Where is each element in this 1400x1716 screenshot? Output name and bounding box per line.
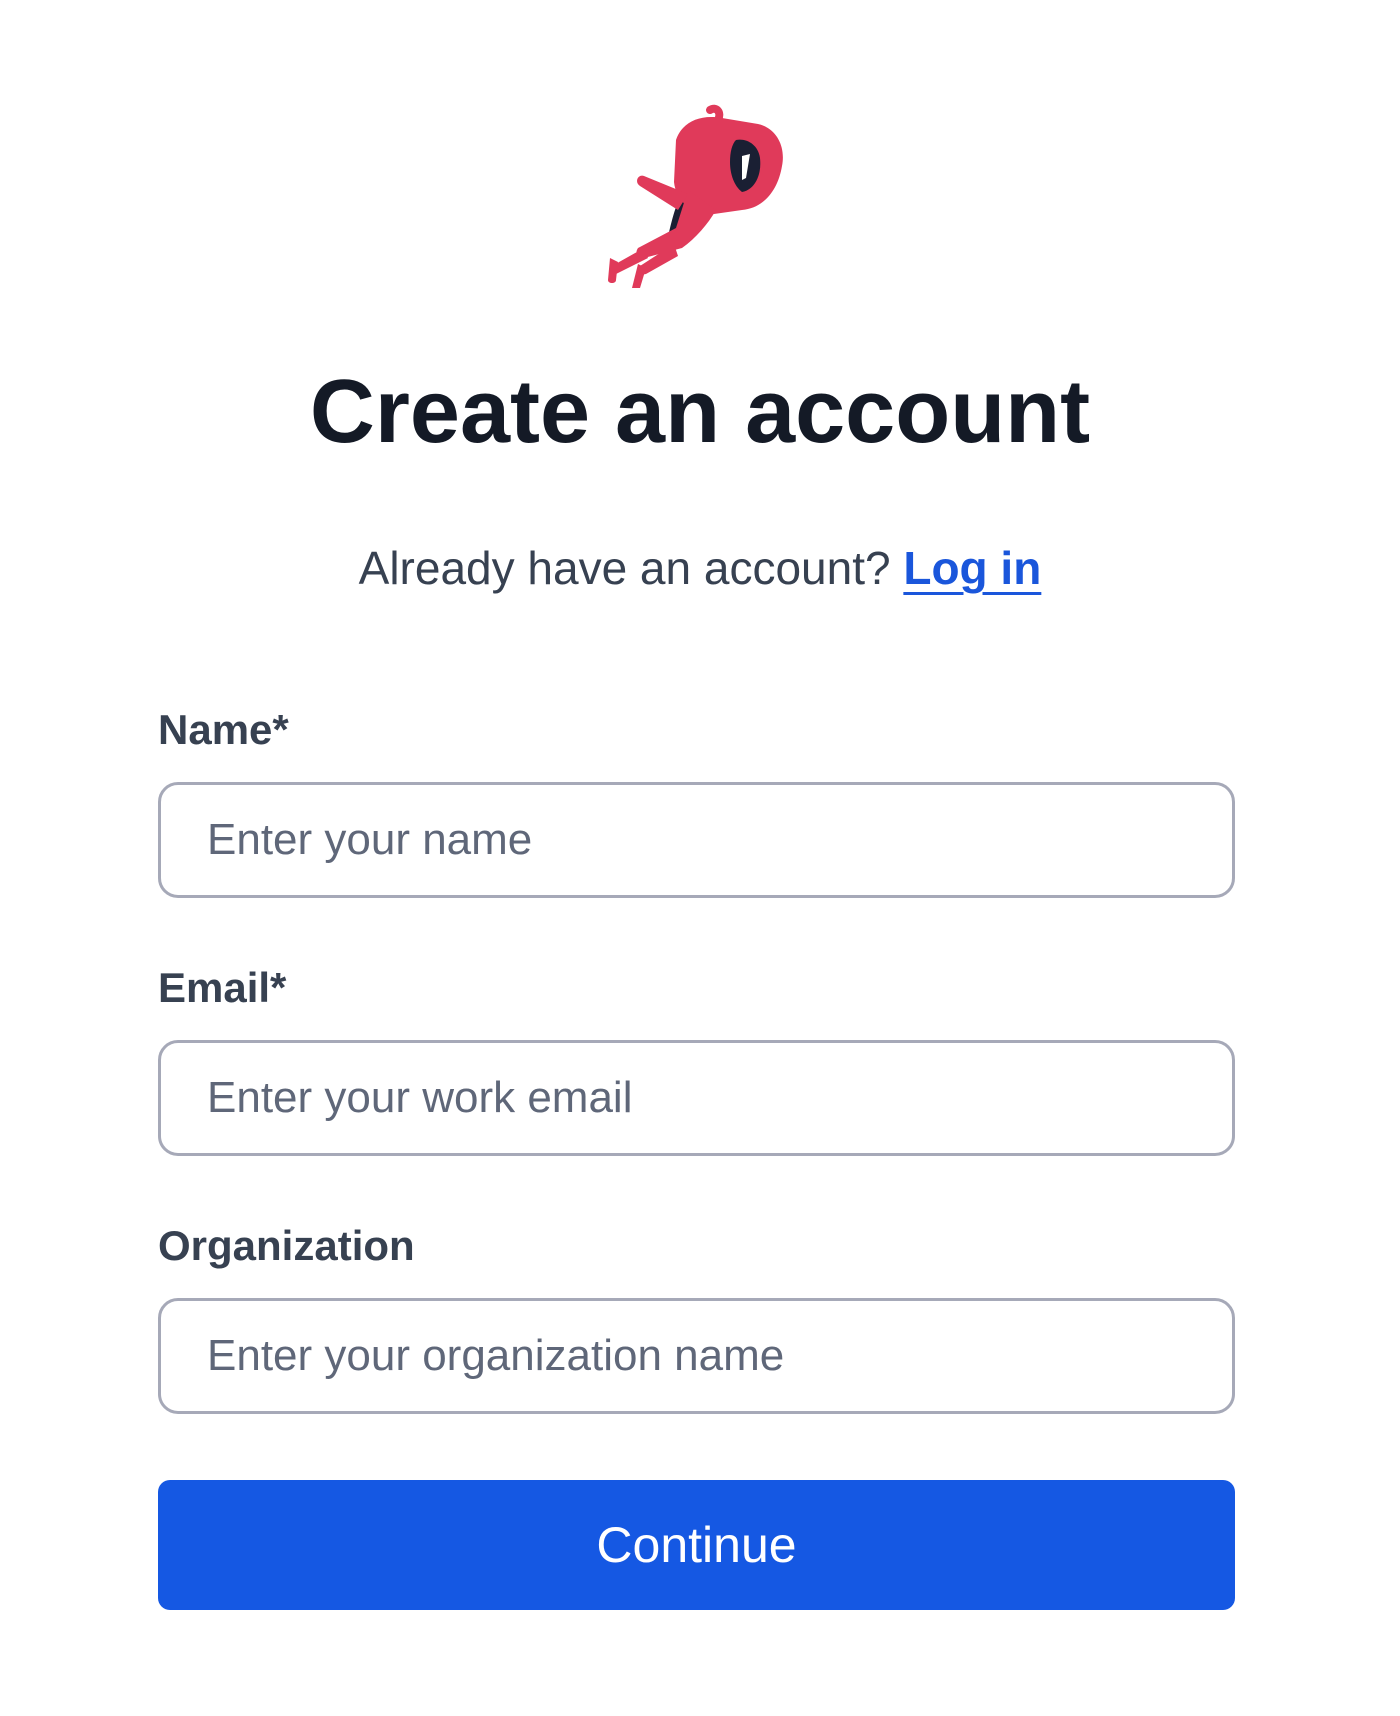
page-title: Create an account xyxy=(309,362,1091,462)
name-label: Name* xyxy=(158,706,289,753)
organization-input[interactable] xyxy=(158,1298,1235,1414)
login-prompt: Already have an account? Log in xyxy=(0,540,1400,596)
continue-button[interactable]: Continue xyxy=(158,1480,1235,1610)
email-input[interactable] xyxy=(158,1040,1235,1156)
name-input[interactable] xyxy=(158,782,1235,898)
login-link[interactable]: Log in xyxy=(903,542,1041,594)
flying-red-ninja-icon xyxy=(608,104,783,288)
email-label: Email* xyxy=(158,964,287,1011)
organization-label: Organization xyxy=(158,1222,415,1269)
login-prompt-text: Already have an account? xyxy=(358,542,891,594)
brand-logo xyxy=(604,98,794,288)
